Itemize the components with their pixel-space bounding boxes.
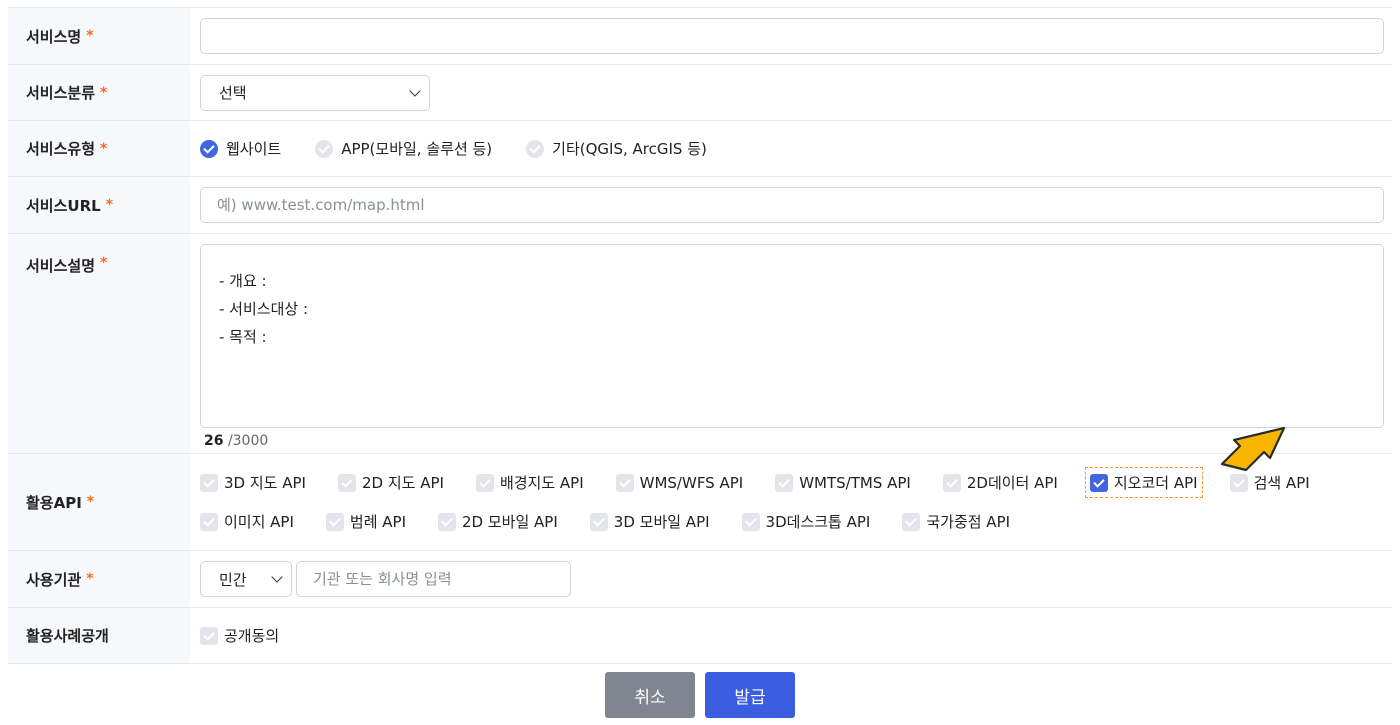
row-public-case: 활용사례공개 공개동의	[8, 608, 1392, 664]
checkbox-icon[interactable]	[902, 512, 921, 531]
radio-other[interactable]: 기타(QGIS, ArcGIS 등)	[526, 138, 707, 159]
required-mark: *	[86, 571, 94, 587]
label-description: 서비스설명 *	[8, 234, 190, 453]
required-mark: *	[86, 28, 94, 44]
required-mark: *	[100, 140, 108, 157]
required-mark: *	[100, 255, 108, 271]
issue-button[interactable]: 발급	[705, 672, 795, 718]
checkbox-icon[interactable]	[337, 473, 356, 492]
checkbox-wms-wfs-api[interactable]: WMS/WFS API	[615, 473, 743, 492]
organization-type-select[interactable]: 민간	[200, 561, 292, 597]
row-apis: 활용API * 3D 지도 API 2D 지도 API 배경지도 API WMS/…	[8, 454, 1392, 551]
char-count: 26	[204, 433, 224, 449]
description-line: - 목적 :	[219, 328, 267, 346]
row-service-type: 서비스유형 * 웹사이트 APP(모바일, 솔루션 등) 기타(QGIS, Arc…	[8, 121, 1392, 177]
required-mark: *	[86, 494, 95, 510]
service-url-input[interactable]	[200, 187, 1384, 223]
service-type-radio-group: 웹사이트 APP(모바일, 솔루션 등) 기타(QGIS, ArcGIS 등)	[200, 138, 741, 159]
api-checkbox-row: 이미지 API 범례 API 2D 모바일 API 3D 모바일 API 3D데…	[200, 511, 1384, 532]
row-service-name: 서비스명 *	[8, 8, 1392, 65]
checkbox-icon[interactable]	[475, 473, 494, 492]
label-public-case: 활용사례공개	[8, 608, 190, 663]
category-select[interactable]: 선택	[200, 74, 430, 111]
description-line: - 서비스대상 :	[219, 300, 309, 318]
checkbox-icon[interactable]	[1229, 473, 1248, 492]
checkbox-image-api[interactable]: 이미지 API	[200, 511, 294, 532]
label-category: 서비스분류 *	[8, 65, 190, 120]
radio-unchecked-icon[interactable]	[526, 139, 545, 158]
description-line: - 개요 :	[219, 272, 267, 290]
row-organization: 사용기관 * 민간	[8, 551, 1392, 608]
checkbox-3d-map-api[interactable]: 3D 지도 API	[200, 472, 306, 493]
label-service-name: 서비스명 *	[8, 8, 190, 64]
row-category: 서비스분류 * 선택	[8, 65, 1392, 121]
service-name-input[interactable]	[200, 18, 1384, 54]
description-textarea[interactable]: - 개요 : - 서비스대상 : - 목적 :	[200, 244, 1384, 428]
checkbox-2d-mobile-api[interactable]: 2D 모바일 API	[438, 511, 558, 532]
checkbox-icon[interactable]	[942, 473, 961, 492]
label-organization: 사용기관 *	[8, 551, 190, 607]
char-counter: 26 /3000	[200, 428, 1384, 456]
radio-checked-icon[interactable]	[200, 139, 218, 158]
category-selected-value: 선택	[219, 84, 247, 102]
checkbox-consent[interactable]: 공개동의	[200, 625, 279, 646]
checkbox-icon[interactable]	[325, 512, 344, 531]
checkbox-3d-desktop-api[interactable]: 3D데스크톱 API	[741, 511, 870, 532]
required-mark: *	[105, 197, 114, 213]
checkbox-2d-map-api[interactable]: 2D 지도 API	[337, 472, 444, 493]
checkbox-icon[interactable]	[741, 512, 760, 531]
chevron-down-icon	[409, 84, 421, 97]
checkbox-wmts-tms-api[interactable]: WMTS/TMS API	[775, 473, 911, 492]
checkbox-geocoder-api[interactable]: 지오코더 API	[1084, 467, 1203, 498]
arrow-pointer-icon	[1220, 426, 1286, 472]
radio-app[interactable]: APP(모바일, 솔루션 등)	[315, 138, 492, 159]
checkbox-2d-data-api[interactable]: 2D데이터 API	[942, 472, 1058, 493]
organization-type-value: 민간	[219, 570, 247, 589]
radio-unchecked-icon[interactable]	[315, 139, 334, 158]
required-mark: *	[100, 84, 108, 101]
chevron-down-icon	[271, 571, 283, 583]
service-form: 서비스명 * 서비스분류 * 선택 서비스유형 * 웹사이트 APP(모바일, …	[8, 7, 1392, 664]
checkbox-icon[interactable]	[200, 626, 218, 645]
organization-name-input[interactable]	[296, 561, 571, 597]
checkbox-basemap-api[interactable]: 배경지도 API	[475, 472, 584, 493]
checkbox-search-api[interactable]: 검색 API	[1229, 472, 1310, 493]
label-service-type: 서비스유형 *	[8, 121, 190, 176]
checkbox-icon[interactable]	[615, 473, 634, 492]
label-service-url: 서비스URL *	[8, 177, 190, 233]
checkbox-icon[interactable]	[775, 473, 794, 492]
radio-website[interactable]: 웹사이트	[200, 138, 281, 159]
checkbox-icon[interactable]	[438, 512, 457, 531]
cancel-button[interactable]: 취소	[605, 672, 695, 718]
checkbox-legend-api[interactable]: 범례 API	[325, 511, 406, 532]
checkbox-checked-icon[interactable]	[1089, 473, 1108, 492]
row-description: 서비스설명 * - 개요 : - 서비스대상 : - 목적 : 26 /3000	[8, 234, 1392, 454]
checkbox-icon[interactable]	[589, 512, 608, 531]
checkbox-icon[interactable]	[200, 512, 218, 531]
row-service-url: 서비스URL *	[8, 177, 1392, 234]
api-checkbox-row: 3D 지도 API 2D 지도 API 배경지도 API WMS/WFS API…	[200, 467, 1384, 498]
char-max: /3000	[227, 433, 269, 449]
form-actions: 취소 발급	[0, 672, 1400, 718]
checkbox-icon[interactable]	[200, 473, 218, 492]
label-apis: 활용API *	[8, 454, 190, 550]
checkbox-national-focus-api[interactable]: 국가중점 API	[902, 511, 1010, 532]
checkbox-3d-mobile-api[interactable]: 3D 모바일 API	[589, 511, 710, 532]
